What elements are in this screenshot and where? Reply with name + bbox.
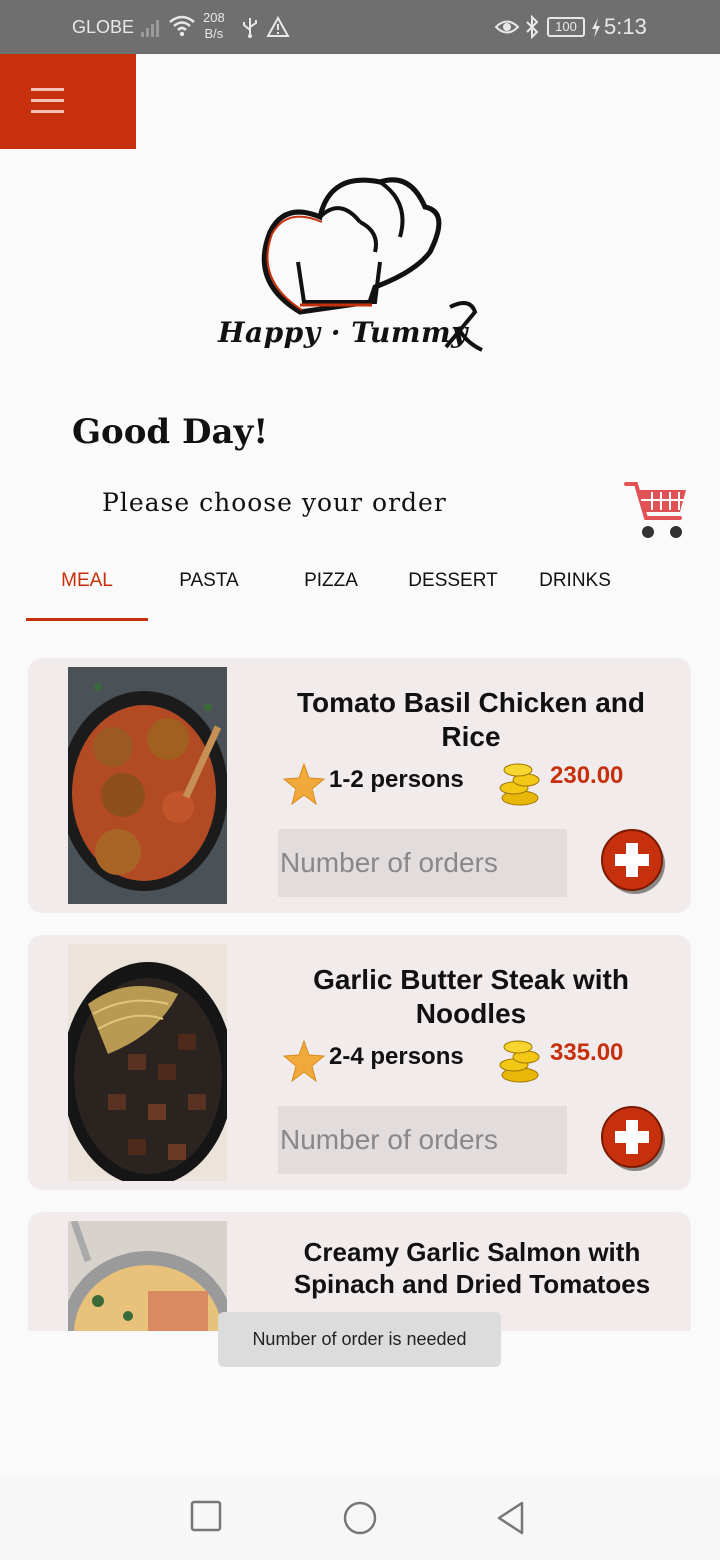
star-icon: [282, 762, 326, 806]
eye-icon: [494, 20, 520, 34]
add-to-cart-button[interactable]: [600, 828, 666, 896]
price: 335.00: [550, 1039, 624, 1066]
menu-icon-bar: [31, 88, 64, 91]
warning-icon: [266, 16, 290, 37]
brand-name: Happy · Tummy: [218, 316, 468, 349]
serving-size: 1-2 persons: [329, 766, 464, 793]
food-image: [68, 944, 227, 1181]
coins-icon: [499, 1040, 540, 1083]
battery-icon: 100: [547, 17, 585, 37]
price: 230.00: [550, 762, 624, 789]
net-speed: 208 B/s: [203, 10, 225, 42]
food-image: [68, 1221, 227, 1331]
greeting-heading: Good Day!: [72, 412, 269, 452]
order-quantity-input[interactable]: [278, 829, 567, 897]
order-quantity-input[interactable]: [278, 1106, 567, 1174]
toast-message: Number of order is needed: [218, 1312, 501, 1367]
cart-icon[interactable]: [624, 478, 690, 540]
tab-pasta[interactable]: PASTA: [148, 555, 270, 621]
tab-meal[interactable]: MEAL: [26, 555, 148, 621]
food-title: Garlic Butter Steak with Noodles: [313, 964, 629, 1029]
category-tabs: MEAL PASTA PIZZA DESSERT DRINKS: [26, 555, 696, 621]
food-title: Tomato Basil Chicken and Rice: [297, 687, 645, 752]
recent-apps-button[interactable]: [190, 1500, 222, 1532]
food-title: Creamy Garlic Salmon with Spinach and Dr…: [293, 1237, 651, 1299]
menu-card: Garlic Butter Steak with Noodles 2-4 per…: [28, 935, 691, 1190]
tab-dessert[interactable]: DESSERT: [392, 555, 514, 621]
signal-icon: [141, 20, 159, 37]
serving-size: 2-4 persons: [329, 1043, 464, 1070]
system-nav-bar: [0, 1476, 720, 1560]
home-button[interactable]: [342, 1500, 378, 1536]
charging-icon: [592, 18, 600, 38]
net-speed-value: 208: [203, 10, 225, 25]
back-button[interactable]: [494, 1500, 528, 1536]
add-to-cart-button[interactable]: [600, 1105, 666, 1173]
usb-icon: [243, 18, 257, 38]
wifi-icon: [169, 15, 195, 37]
clock: 5:13: [604, 14, 647, 39]
bluetooth-icon: [526, 15, 539, 39]
net-speed-unit: B/s: [204, 26, 224, 41]
menu-card: Tomato Basil Chicken and Rice 1-2 person…: [28, 658, 691, 913]
menu-icon-bar: [31, 110, 64, 113]
status-bar: GLOBE 208 B/s 100 5:13: [0, 0, 720, 54]
menu-button[interactable]: [0, 54, 136, 149]
menu-icon-bar: [31, 99, 64, 102]
subtitle: Please choose your order: [102, 488, 447, 517]
coins-icon: [499, 763, 540, 806]
carrier-label: GLOBE: [72, 17, 135, 37]
tab-drinks[interactable]: DRINKS: [514, 555, 636, 621]
star-icon: [282, 1039, 326, 1083]
food-image: [68, 667, 227, 904]
tab-pizza[interactable]: PIZZA: [270, 555, 392, 621]
